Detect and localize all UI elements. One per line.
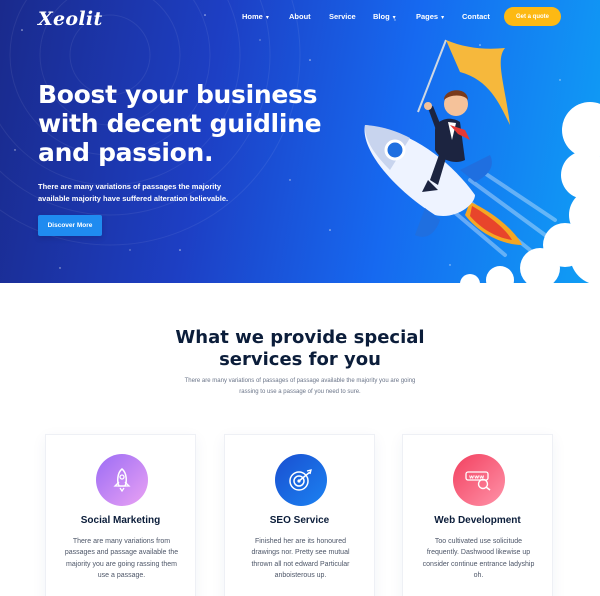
nav-item-label: Pages <box>416 12 439 21</box>
nav-item-label: Contact <box>462 12 490 21</box>
services-title: What we provide special services for you <box>150 327 450 371</box>
service-card-seo-service[interactable]: SEO Service Finished her are its honoure… <box>224 434 375 596</box>
card-title: Web Development <box>434 515 521 526</box>
service-card-web-development[interactable]: www Web Development Too cultivated use s… <box>402 434 553 596</box>
chevron-down-icon: ▾ <box>441 15 445 21</box>
get-quote-button[interactable]: Get a quote <box>504 7 561 26</box>
target-icon <box>275 454 327 506</box>
nav-item-pages[interactable]: Pages ▾ <box>416 12 444 21</box>
services-title-line: services for you <box>219 349 381 370</box>
chevron-down-icon: ▾ <box>265 15 269 21</box>
nav-item-blog[interactable]: Blog ▾ <box>373 12 396 21</box>
nav-item-label: Service <box>329 12 356 21</box>
rocket-icon <box>96 454 148 506</box>
service-card-social-marketing[interactable]: Social Marketing There are many variatio… <box>45 434 196 596</box>
card-title: SEO Service <box>269 515 330 526</box>
hero-subtitle: There are many variations of passages th… <box>38 182 229 203</box>
services-title-line: What we provide special <box>175 327 425 348</box>
services-subtitle: There are many variations of passages of… <box>184 378 416 395</box>
www-search-icon: www <box>453 454 505 506</box>
rocket-businessman-illustration <box>364 39 557 257</box>
chevron-down-icon: ▾ <box>392 15 396 21</box>
nav-item-about[interactable]: About <box>289 12 311 21</box>
card-title: Social Marketing <box>80 515 161 526</box>
card-text: There are many variations from passages … <box>64 538 179 579</box>
nav-item-label: About <box>289 12 311 21</box>
hero-title: Boost your business with decent guidline… <box>38 80 338 167</box>
discover-more-button[interactable]: Discover More <box>38 215 102 236</box>
nav-item-contact[interactable]: Contact <box>462 12 490 21</box>
nav-item-home[interactable]: Home ▾ <box>242 12 269 21</box>
hero-title-line: Boost your business <box>38 80 318 109</box>
nav-item-service[interactable]: Service <box>329 12 356 21</box>
card-text: Too cultivated use solicitude frequently… <box>422 538 535 579</box>
hero-title-line: and passion. <box>38 138 214 167</box>
hero-title-line: with decent guidline <box>38 109 322 138</box>
card-text: Finished her are its honoured drawings n… <box>251 538 350 579</box>
hero-banner: Xeolit Home ▾ About Service Blog ▾ Pages ▾ … <box>0 0 600 283</box>
nav-item-label: Blog <box>373 12 390 21</box>
nav-item-label: Home <box>242 12 263 21</box>
